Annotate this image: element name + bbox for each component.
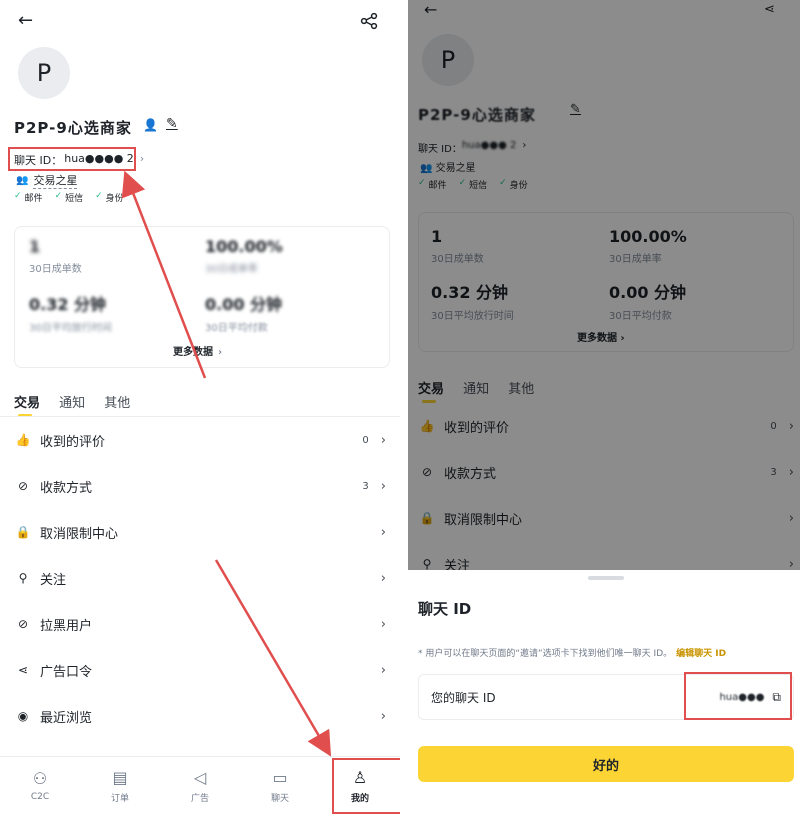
edit-chat-id-link[interactable]: 编辑聊天 ID [676, 649, 726, 659]
chat-id-sheet: 聊天 ID * 用户可以在聊天页面的“邀请”选项卡下找到他们唯一聊天 ID。 编辑… [408, 570, 800, 814]
arrow-to-me-tab [214, 559, 332, 757]
sheet-title: 聊天 ID [418, 600, 472, 618]
modal-overlay[interactable] [408, 0, 800, 570]
annotation-box-copy [684, 672, 792, 720]
chat-id-sheet-screen: ← ⋖ P P2P-9心选商家 ✎ 聊天 ID： hua●●● 2 › 👥 交易… [408, 0, 800, 814]
annotation-arrows [121, 170, 332, 757]
sheet-description: * 用户可以在聊天页面的“邀请”选项卡下找到他们唯一聊天 ID。 编辑聊天 ID [418, 649, 727, 659]
ok-button[interactable]: 好的 [418, 746, 794, 782]
arrow-to-chat-id [121, 170, 207, 379]
panel-divider [400, 0, 408, 814]
chat-id-field-label: 您的聊天 ID [431, 690, 496, 705]
sheet-handle[interactable] [588, 576, 624, 580]
